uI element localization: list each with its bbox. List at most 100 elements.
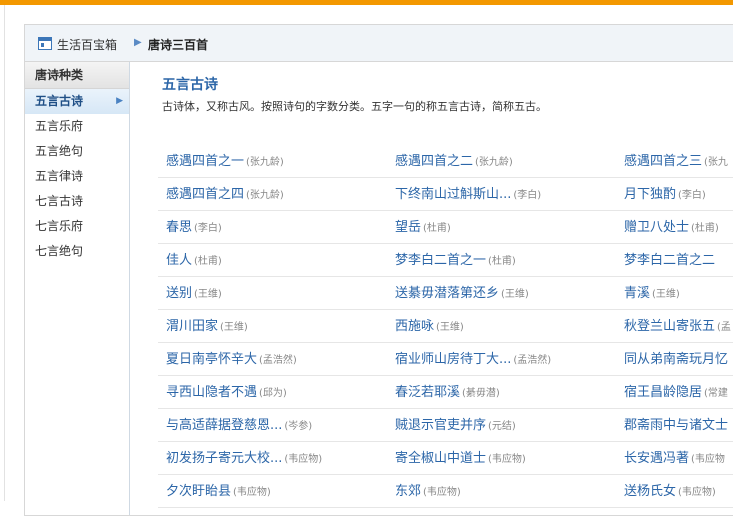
poem-title-link[interactable]: 秋登兰山寄张五 (624, 319, 715, 334)
poem-author: (杜甫) (691, 223, 719, 234)
poem-item: 感遇四首之四 (张九龄) (166, 178, 388, 210)
poem-author: (王维) (501, 289, 529, 300)
poem-title-link[interactable]: 夕次盱眙县 (166, 484, 231, 499)
poem-row: 与高适薛据登慈恩... (岑参) 贼退示官吏并序 (元结) 郡斋雨中与诸文士 (158, 409, 733, 442)
sidebar-item-label: 五言乐府 (35, 119, 84, 133)
sidebar-item-wuyan-lvshi[interactable]: 五言律诗 (25, 164, 129, 189)
poem-item: 春泛若耶溪 (綦毋潜) (395, 376, 617, 408)
poem-row: 春思 (李白) 望岳 (杜甫) 赠卫八处士 (杜甫) (158, 211, 733, 244)
poem-item: 宿业师山房待丁大... (孟浩然) (395, 343, 617, 375)
poem-title-link[interactable]: 与高适薛据登慈恩... (166, 418, 282, 433)
poem-author: (綦毋潜) (462, 388, 500, 399)
breadcrumb-home-link[interactable]: 生活百宝箱 (57, 36, 117, 53)
poem-row: 渭川田家 (王维) 西施咏 (王维) 秋登兰山寄张五 (孟 (158, 310, 733, 343)
poem-item: 秋登兰山寄张五 (孟 (624, 310, 733, 342)
poem-item: 初发扬子寄元大校... (韦应物) (166, 442, 388, 474)
poem-item: 青溪 (王维) (624, 277, 733, 309)
poem-row: 送别 (王维) 送綦毋潜落第还乡 (王维) 青溪 (王维) (158, 277, 733, 310)
poem-title-link[interactable]: 月下独酌 (624, 187, 676, 202)
poem-title-link[interactable]: 梦李白二首之二 (624, 253, 715, 268)
poem-item: 渭川田家 (王维) (166, 310, 388, 342)
poem-title-link[interactable]: 东郊 (395, 484, 421, 499)
sidebar-item-qiyan-gushi[interactable]: 七言古诗 (25, 189, 129, 214)
poem-item: 下终南山过斛斯山... (李白) (395, 178, 617, 210)
sidebar-item-wuyan-jueju[interactable]: 五言绝句 (25, 139, 129, 164)
poem-title-link[interactable]: 送綦毋潜落第还乡 (395, 286, 499, 301)
poem-row: 寻西山隐者不遇 (邱为) 春泛若耶溪 (綦毋潜) 宿王昌龄隐居 (常建 (158, 376, 733, 409)
category-description: 古诗体，又称古风。按照诗句的字数分类。五字一句的称五言古诗，简称五古。 (162, 100, 547, 113)
window-icon (38, 37, 52, 50)
outer-left-border (0, 5, 5, 501)
poem-item: 寄全椒山中道士 (韦应物) (395, 442, 617, 474)
poem-item: 赠卫八处士 (杜甫) (624, 211, 733, 243)
poem-item: 送綦毋潜落第还乡 (王维) (395, 277, 617, 309)
poem-title-link[interactable]: 贼退示官吏并序 (395, 418, 486, 433)
poem-title-link[interactable]: 春思 (166, 220, 192, 235)
poem-title-link[interactable]: 西施咏 (395, 319, 434, 334)
poem-row: 感遇四首之一 (张九龄) 感遇四首之二 (张九龄) 感遇四首之三 (张九 (158, 145, 733, 178)
poem-author: (韦应物) (488, 454, 526, 465)
poem-item: 望岳 (杜甫) (395, 211, 617, 243)
poem-author: (王维) (220, 322, 248, 333)
poem-title-link[interactable]: 感遇四首之三 (624, 154, 702, 169)
poem-title-link[interactable]: 夏日南亭怀辛大 (166, 352, 257, 367)
poem-row: 夕次盱眙县 (韦应物) 东郊 (韦应物) 送杨氏女 (韦应物) (158, 475, 733, 508)
poem-item: 感遇四首之一 (张九龄) (166, 145, 388, 177)
poem-author: (王维) (652, 289, 680, 300)
poem-author: (元结) (488, 421, 516, 432)
poem-title-link[interactable]: 感遇四首之一 (166, 154, 244, 169)
poem-title-link[interactable]: 寄全椒山中道士 (395, 451, 486, 466)
poem-item: 寻西山隐者不遇 (邱为) (166, 376, 388, 408)
sidebar-heading: 唐诗种类 (25, 62, 129, 89)
poem-item: 感遇四首之二 (张九龄) (395, 145, 617, 177)
poem-title-link[interactable]: 送杨氏女 (624, 484, 676, 499)
poem-title-link[interactable]: 渭川田家 (166, 319, 218, 334)
poem-title-link[interactable]: 郡斋雨中与诸文士 (624, 418, 728, 433)
poem-title-link[interactable]: 赠卫八处士 (624, 220, 689, 235)
poem-title-link[interactable]: 送别 (166, 286, 192, 301)
poem-item: 送杨氏女 (韦应物) (624, 475, 733, 507)
poem-author: (王维) (436, 322, 464, 333)
sidebar-item-label: 五言律诗 (35, 169, 84, 183)
poem-title-link[interactable]: 感遇四首之二 (395, 154, 473, 169)
poem-item: 夏日南亭怀辛大 (孟浩然) (166, 343, 388, 375)
poem-title-link[interactable]: 同从弟南斋玩月忆 (624, 352, 728, 367)
poem-title-link[interactable]: 春泛若耶溪 (395, 385, 460, 400)
poem-item: 贼退示官吏并序 (元结) (395, 409, 617, 441)
poem-title-link[interactable]: 宿业师山房待丁大... (395, 352, 511, 367)
sidebar-list: 五言古诗 ▶ 五言乐府 五言绝句 五言律诗 七言古诗 七言乐府 七言绝句 (25, 89, 129, 264)
poem-title-link[interactable]: 初发扬子寄元大校... (166, 451, 282, 466)
poem-title-link[interactable]: 梦李白二首之一 (395, 253, 486, 268)
poem-item: 宿王昌龄隐居 (常建 (624, 376, 733, 408)
poem-author: (张九龄) (475, 157, 513, 168)
content-area: 五言古诗 古诗体，又称古风。按照诗句的字数分类。五字一句的称五言古诗，简称五古。… (130, 62, 733, 515)
poem-item: 感遇四首之三 (张九 (624, 145, 733, 177)
poem-author: (韦应物) (423, 487, 461, 498)
poem-row: 初发扬子寄元大校... (韦应物) 寄全椒山中道士 (韦应物) 长安遇冯著 (韦应物 (158, 442, 733, 475)
sidebar-item-wuyan-yuefu[interactable]: 五言乐府 (25, 114, 129, 139)
sidebar-item-label: 五言绝句 (35, 144, 84, 158)
sidebar-item-label: 七言乐府 (35, 219, 84, 233)
sidebar-item-qiyan-yuefu[interactable]: 七言乐府 (25, 214, 129, 239)
poem-title-link[interactable]: 寻西山隐者不遇 (166, 385, 257, 400)
poem-item: 同从弟南斋玩月忆 (624, 343, 733, 375)
poem-author: (孟浩然) (259, 355, 297, 366)
poem-title-link[interactable]: 下终南山过斛斯山... (395, 187, 511, 202)
sidebar-item-wuyan-gushi[interactable]: 五言古诗 ▶ (25, 89, 129, 114)
poem-title-link[interactable]: 佳人 (166, 253, 192, 268)
poem-title-link[interactable]: 长安遇冯著 (624, 451, 689, 466)
poem-title-link[interactable]: 宿王昌龄隐居 (624, 385, 702, 400)
poem-author: (杜甫) (423, 223, 451, 234)
poem-title-link[interactable]: 感遇四首之四 (166, 187, 244, 202)
poem-author: (邱为) (259, 388, 287, 399)
sidebar-item-qiyan-jueju[interactable]: 七言绝句 (25, 239, 129, 264)
poem-author: (杜甫) (194, 256, 222, 267)
poem-author: (张九 (704, 157, 728, 168)
poem-title-link[interactable]: 青溪 (624, 286, 650, 301)
poem-item: 西施咏 (王维) (395, 310, 617, 342)
sidebar-item-label: 五言古诗 (35, 94, 84, 108)
poem-author: (张九龄) (246, 157, 284, 168)
sidebar-item-label: 七言古诗 (35, 194, 84, 208)
poem-author: (孟 (717, 322, 731, 333)
poem-title-link[interactable]: 望岳 (395, 220, 421, 235)
